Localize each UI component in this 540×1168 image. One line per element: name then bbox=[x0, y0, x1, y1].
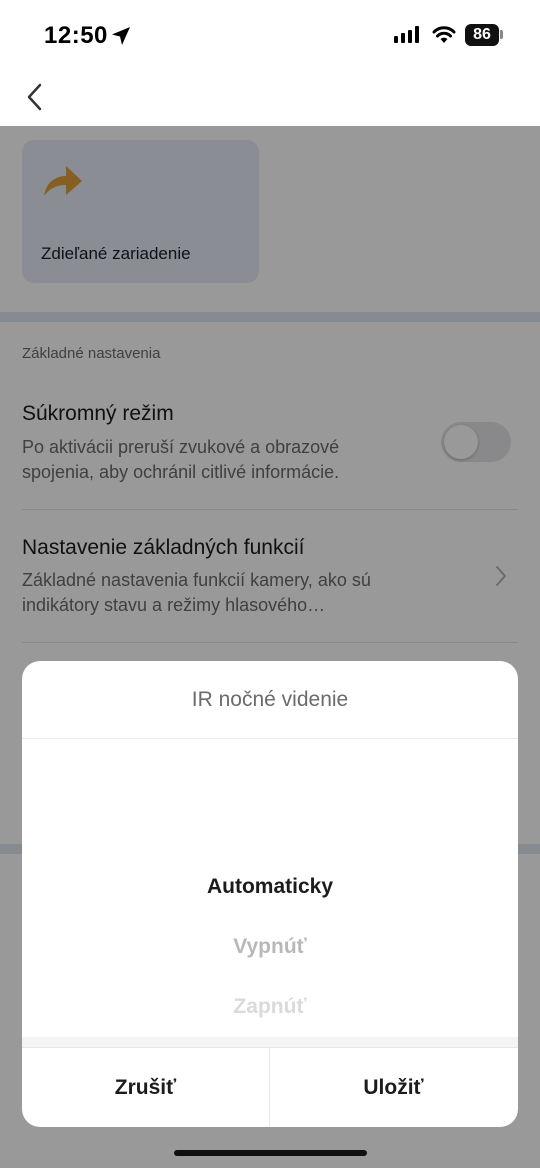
battery-icon: 86 bbox=[465, 24, 499, 46]
picker-option-off[interactable]: Vypnúť bbox=[22, 935, 518, 959]
status-bar: 12:50 86 bbox=[0, 0, 540, 70]
status-time: 12:50 bbox=[44, 22, 108, 49]
nav-bar bbox=[0, 70, 540, 126]
home-indicator bbox=[174, 1150, 367, 1156]
picker-title: IR nočné videnie bbox=[191, 688, 349, 711]
battery-level: 86 bbox=[473, 26, 491, 43]
wifi-icon bbox=[432, 26, 456, 43]
chevron-left-icon[interactable] bbox=[24, 82, 46, 112]
signal-icon bbox=[394, 26, 419, 43]
location-arrow-icon bbox=[112, 27, 130, 45]
ir-night-vision-picker: IR nočné videnie Automaticky Vypnúť Zapn… bbox=[22, 661, 518, 1127]
save-button[interactable]: Uložiť bbox=[270, 1048, 517, 1127]
picker-bottom-band bbox=[22, 1037, 518, 1047]
cancel-button[interactable]: Zrušiť bbox=[22, 1048, 269, 1127]
battery-tip bbox=[500, 30, 503, 39]
picker-option-auto[interactable]: Automaticky bbox=[22, 875, 518, 899]
picker-option-on[interactable]: Zapnúť bbox=[22, 995, 518, 1019]
